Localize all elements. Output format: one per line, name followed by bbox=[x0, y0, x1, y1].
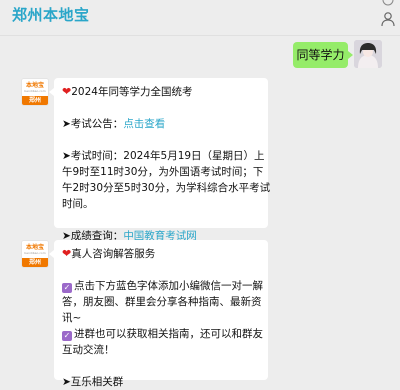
title-bar: 郑州本地宝 ··· bbox=[0, 0, 400, 36]
profile-icon[interactable] bbox=[380, 11, 396, 27]
logo-band: 郑州 bbox=[22, 258, 48, 267]
body-line-3: 讯~ bbox=[62, 312, 82, 324]
exam-time-line-2: 午9时至11时30分，为外国语考试时间；下 bbox=[62, 166, 264, 178]
clock-icon[interactable] bbox=[382, 0, 394, 6]
user-avatar[interactable] bbox=[354, 40, 382, 68]
user-avatar-image bbox=[354, 40, 382, 68]
body-line-1: ✓ 点击下方蓝色字体添加小编微信一对一解 bbox=[62, 278, 263, 294]
message-heading: ❤2024年同等学力全国统考 bbox=[62, 84, 260, 100]
group-line-1: ✓ 进群也可以获取相关指南，还可以和群友 bbox=[62, 326, 263, 342]
exam-time-line-4: 时间。 bbox=[62, 198, 94, 210]
logo-subtext: bendibao.com bbox=[24, 251, 46, 255]
heading-text: 真人咨询解答服务 bbox=[71, 248, 156, 260]
exam-time-line-3: 午2时30分至5时30分，为学科综合水平考试 bbox=[62, 182, 271, 194]
chat-title: 郑州本地宝 bbox=[12, 6, 90, 24]
body-line-2: 答，朋友圈、群里会分享各种指南、最新资 bbox=[62, 296, 262, 308]
notice-link[interactable]: 点击查看 bbox=[123, 118, 165, 130]
checkbox-icon: ✓ bbox=[62, 331, 72, 341]
bot-avatar[interactable]: 本地宝 bendibao.com 郑州 bbox=[21, 240, 49, 268]
logo-text: 本地宝 bbox=[25, 82, 44, 89]
logo-band: 郑州 bbox=[22, 96, 48, 105]
logo-subtext: bendibao.com bbox=[24, 89, 46, 93]
bot-avatar[interactable]: 本地宝 bendibao.com 郑州 bbox=[21, 78, 49, 106]
exam-time-line-1: ➤考试时间：2024年5月19日（星期日）上 bbox=[62, 150, 265, 162]
incoming-message-bubble[interactable]: ❤真人咨询解答服务 ✓ 点击下方蓝色字体添加小编微信一对一解 答，朋友圈、群里会分… bbox=[49, 240, 268, 388]
group-line-2: 互动交流！ bbox=[62, 344, 115, 356]
outgoing-message-bubble[interactable]: 同等学力 bbox=[293, 42, 353, 68]
notice-label: ➤考试公告： bbox=[62, 118, 124, 130]
heart-icon: ❤ bbox=[62, 85, 72, 98]
heart-icon: ❤ bbox=[62, 247, 72, 260]
message-heading: ❤真人咨询解答服务 bbox=[62, 246, 260, 262]
checkbox-icon: ✓ bbox=[62, 283, 72, 293]
incoming-message-bubble[interactable]: ❤2024年同等学力全国统考 ➤考试公告：点击查看 ➤考试时间：2024年5月1… bbox=[49, 78, 271, 242]
body-text-1: 点击下方蓝色字体添加小编微信一对一解 bbox=[74, 280, 263, 292]
heading-text: 2024年同等学力全国统考 bbox=[71, 86, 193, 98]
more-options-icon[interactable]: ··· bbox=[308, 0, 328, 5]
logo-text: 本地宝 bbox=[25, 244, 44, 251]
notice-line: ➤考试公告：点击查看 bbox=[62, 116, 260, 132]
more-line: ➤互乐相关群 bbox=[62, 376, 124, 388]
group-text-1: 进群也可以获取相关指南，还可以和群友 bbox=[74, 328, 263, 340]
